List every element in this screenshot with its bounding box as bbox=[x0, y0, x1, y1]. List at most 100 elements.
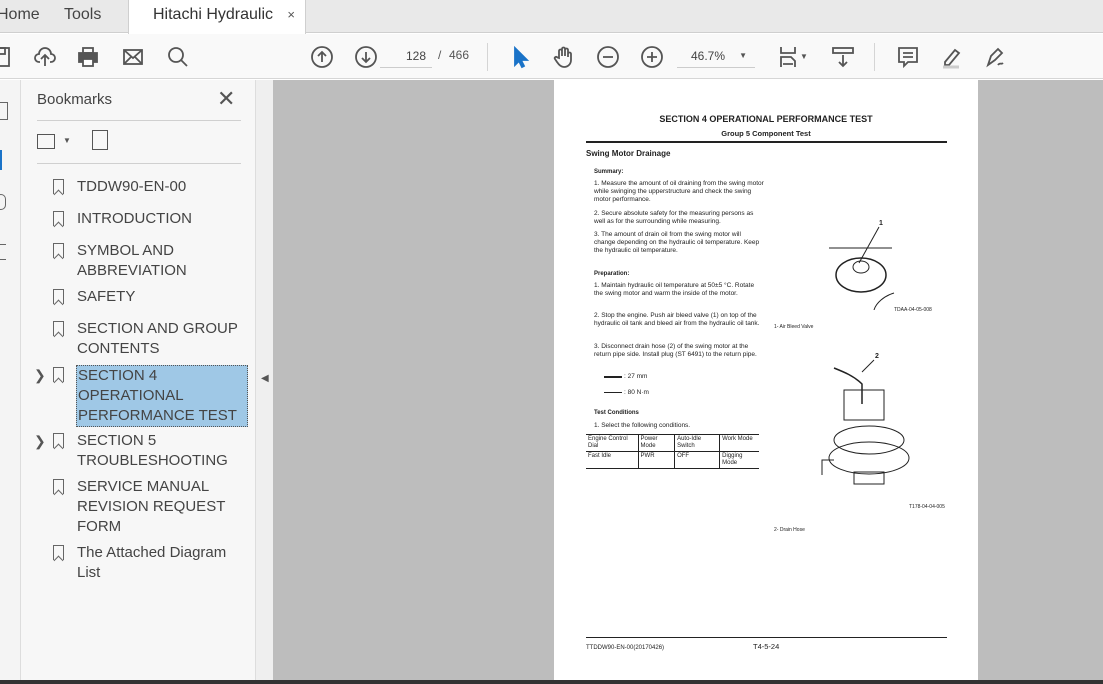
zoom-level-select[interactable]: 46.7% ▼ bbox=[677, 46, 755, 68]
footer-rule bbox=[586, 637, 947, 638]
figure-code: T178-04-04-005 bbox=[909, 504, 945, 510]
zoom-level-value: 46.7% bbox=[691, 49, 726, 63]
toolbar-divider bbox=[487, 43, 488, 71]
bookmark-label: SECTION AND GROUP CONTENTS bbox=[77, 320, 238, 357]
table-header: Power Mode bbox=[637, 434, 675, 452]
bookmark-icon bbox=[53, 545, 64, 560]
page-total: 466 bbox=[449, 48, 470, 62]
bookmark-icon bbox=[53, 243, 64, 258]
page-separator: / bbox=[438, 48, 442, 62]
header-rule bbox=[586, 141, 947, 143]
figure-code: TDAA-04-05-008 bbox=[894, 307, 932, 313]
tab-tools[interactable]: Tools bbox=[64, 0, 101, 33]
drain-hose-figure bbox=[821, 359, 910, 485]
torque-value: : 80 N·m bbox=[624, 389, 649, 396]
save-icon[interactable] bbox=[0, 44, 14, 70]
table-cell: PWR bbox=[637, 451, 675, 469]
zoom-in-icon[interactable] bbox=[639, 44, 665, 70]
table-header: Work Mode bbox=[719, 434, 759, 452]
bookmark-label: TDDW90-EN-00 bbox=[77, 178, 187, 195]
print-icon[interactable] bbox=[75, 44, 101, 70]
tab-bar: Home Tools Hitachi Hydraulic Ex...× bbox=[0, 0, 1103, 53]
hand-tool-icon[interactable] bbox=[551, 44, 577, 70]
bookmark-icon bbox=[53, 479, 64, 494]
preparation-item: 1. Maintain hydraulic oil temperature at… bbox=[594, 282, 755, 297]
layers-icon[interactable] bbox=[0, 244, 6, 260]
bookmark-icon bbox=[53, 321, 64, 336]
test-conditions-item: 1. Select the following conditions. bbox=[594, 422, 691, 429]
highlight-pen-icon[interactable] bbox=[939, 44, 965, 70]
cloud-upload-icon[interactable] bbox=[32, 44, 58, 70]
test-conditions-title: Test Conditions bbox=[594, 410, 639, 416]
footer-document-id: TTDDW90-EN-00(20170426) bbox=[586, 645, 665, 651]
fit-page-icon[interactable] bbox=[776, 44, 802, 70]
divider bbox=[37, 120, 241, 121]
wrench-size: : 27 mm bbox=[624, 373, 648, 380]
bookmark-label: SAFETY bbox=[77, 288, 136, 305]
next-page-icon[interactable] bbox=[353, 44, 379, 70]
page-number-input[interactable]: 128 bbox=[380, 46, 432, 68]
comment-icon[interactable] bbox=[895, 44, 921, 70]
doc-heading: Swing Motor Drainage bbox=[586, 149, 671, 158]
toolbar-divider bbox=[874, 43, 875, 71]
panel-collapse-strip[interactable]: ◀ bbox=[255, 80, 273, 680]
summary-item: 2. Secure absolute safety for the measur… bbox=[594, 210, 754, 225]
close-panel-icon[interactable]: ✕ bbox=[217, 86, 235, 112]
scroll-mode-icon[interactable] bbox=[830, 44, 856, 70]
bookmark-options-icon[interactable] bbox=[37, 134, 55, 149]
test-conditions-table: Engine Control Dial Power Mode Auto-Idle S… bbox=[586, 434, 759, 469]
bookmarks-title: Bookmarks bbox=[37, 91, 113, 108]
wrench-icon bbox=[604, 376, 622, 378]
left-navigation-strip bbox=[0, 80, 21, 680]
zoom-out-icon[interactable] bbox=[595, 44, 621, 70]
bookmark-label: SERVICE MANUAL REVISION REQUEST FORM bbox=[77, 478, 226, 535]
divider bbox=[37, 163, 241, 164]
bottom-bar bbox=[0, 680, 1103, 684]
bookmark-icon bbox=[53, 211, 64, 226]
tab-home[interactable]: Home bbox=[0, 0, 40, 33]
footer-page-number: T4-5-24 bbox=[753, 642, 780, 651]
table-cell: Fast Idle bbox=[586, 451, 639, 469]
email-icon[interactable] bbox=[120, 44, 146, 70]
preparation-title: Preparation: bbox=[594, 271, 630, 277]
expand-chevron-icon[interactable]: ❯ bbox=[34, 365, 46, 385]
bookmarks-nav-icon[interactable] bbox=[0, 150, 4, 170]
preparation-item: 2. Stop the engine. Push air bleed valve… bbox=[594, 312, 760, 327]
table-header-row: Engine Control Dial Power Mode Auto-Idle S… bbox=[586, 434, 759, 452]
chevron-down-icon: ▼ bbox=[739, 51, 747, 60]
bookmark-label: SECTION 4 OPERATIONAL PERFORMANCE TEST bbox=[76, 365, 248, 427]
figure-caption: 1- Air Bleed Valve bbox=[774, 324, 814, 330]
group-title: Group 5 Component Test bbox=[721, 129, 811, 138]
bookmarks-panel: Bookmarks ✕ ▼ TDDW90-EN-00 INTRODUCTION SY… bbox=[21, 80, 255, 680]
figure-caption: 2- Drain Hose bbox=[774, 527, 805, 533]
options-chevron-icon[interactable]: ▼ bbox=[63, 136, 71, 145]
new-bookmark-icon[interactable] bbox=[92, 130, 108, 150]
table-cell: OFF bbox=[674, 451, 720, 469]
table-header: Auto-Idle Switch bbox=[674, 434, 720, 452]
page-thumbnails-icon[interactable] bbox=[0, 102, 8, 120]
attachments-icon[interactable] bbox=[0, 194, 6, 210]
fit-page-chevron-icon[interactable]: ▼ bbox=[800, 52, 808, 61]
section-title: SECTION 4 OPERATIONAL PERFORMANCE TEST bbox=[659, 114, 873, 124]
search-icon[interactable] bbox=[165, 44, 191, 70]
pdf-page: SECTION 4 OPERATIONAL PERFORMANCE TEST G… bbox=[554, 80, 978, 684]
bookmark-label: The Attached Diagram List bbox=[77, 544, 227, 581]
figure-callout: 2 bbox=[875, 353, 879, 360]
table-row: Fast Idle PWR OFF Digging Mode bbox=[586, 451, 759, 469]
sign-icon[interactable] bbox=[983, 44, 1009, 70]
previous-page-icon[interactable] bbox=[309, 44, 335, 70]
summary-item: 3. The amount of drain oil from the swin… bbox=[594, 231, 760, 254]
select-cursor-icon[interactable] bbox=[507, 44, 533, 70]
table-header: Engine Control Dial bbox=[586, 434, 639, 452]
bookmark-label: SYMBOL AND ABBREVIATION bbox=[77, 242, 187, 279]
bookmark-icon bbox=[53, 433, 64, 448]
bookmark-icon bbox=[53, 367, 64, 382]
collapse-arrow-icon[interactable]: ◀ bbox=[261, 373, 269, 384]
torque-wrench-icon bbox=[604, 392, 622, 393]
expand-chevron-icon[interactable]: ❯ bbox=[34, 431, 46, 451]
tab-document[interactable]: Hitachi Hydraulic Ex...× bbox=[128, 0, 306, 53]
bookmark-label: INTRODUCTION bbox=[77, 210, 192, 227]
summary-item: 1. Measure the amount of oil draining fr… bbox=[594, 180, 764, 203]
close-tab-icon[interactable]: × bbox=[287, 0, 295, 30]
table-cell: Digging Mode bbox=[719, 451, 759, 469]
